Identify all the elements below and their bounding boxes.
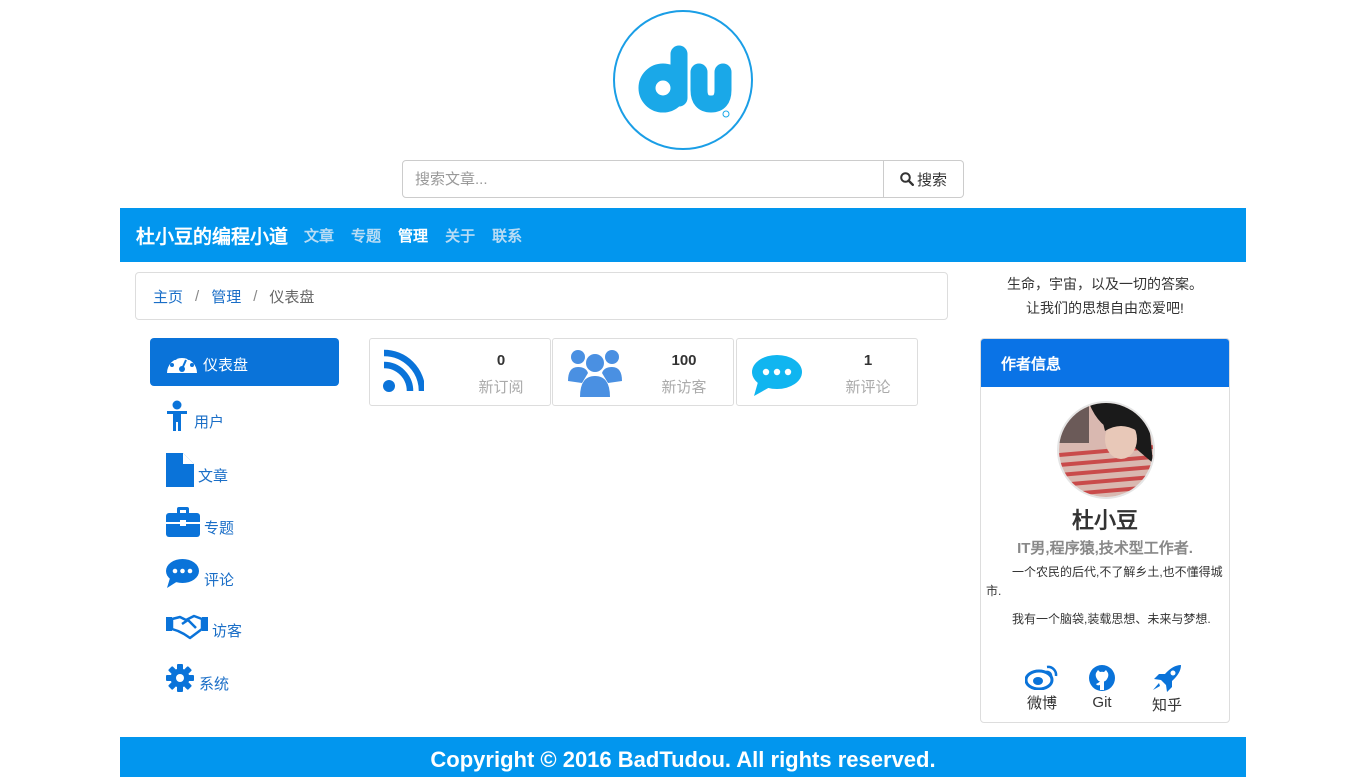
sidebar-item-label: 访客 [212, 622, 243, 640]
author-title: IT男,程序猿,技术型工作者. [1017, 540, 1193, 557]
search-icon [900, 172, 914, 186]
social-link-zhihu[interactable]: 知乎 [1151, 664, 1183, 715]
du-logo-icon [638, 45, 732, 118]
author-bio-1: 一个农民的后代,不了解乡土,也不懂得城市. [986, 565, 1223, 598]
breadcrumb-home[interactable]: 主页 [153, 286, 183, 307]
stat-card-subscriptions[interactable]: 0 新订阅 [369, 338, 551, 406]
stat-value: 1 [863, 352, 873, 369]
stat-label: 新订阅 [478, 379, 524, 396]
author-bio-2: 我有一个脑袋,装载思想、未来与梦想. [1012, 612, 1211, 626]
author-name: 杜小豆 [1071, 508, 1138, 533]
sidebar-item-label: 仪表盘 [203, 356, 249, 374]
search-bar: 搜索 [402, 160, 964, 198]
stat-value: 100 [671, 352, 697, 369]
sidebar-item-topics[interactable]: 专题 [150, 498, 340, 546]
nav-item-articles[interactable]: 文章 [304, 225, 334, 246]
sidebar-item-system[interactable]: 系统 [150, 654, 340, 702]
breadcrumb: 主页 / 管理 / 仪表盘 [135, 272, 948, 320]
briefcase-icon [166, 507, 200, 537]
motto-line-1: 生命，宇宙，以及一切的答案。 [1007, 276, 1203, 292]
site-logo[interactable] [613, 10, 753, 150]
sidebar-item-dashboard[interactable]: 仪表盘 [150, 338, 339, 386]
footer-copyright: Copyright © 2016 BadTudou. All rights re… [120, 737, 1246, 777]
comment-icon [166, 559, 199, 589]
user-icon [166, 400, 188, 432]
search-input[interactable] [402, 160, 884, 198]
nav-item-about[interactable]: 关于 [445, 225, 475, 246]
breadcrumb-separator: / [253, 287, 258, 305]
rocket-icon [1153, 665, 1181, 692]
sidebar-item-label: 用户 [194, 413, 225, 431]
motto-quote: 生命，宇宙，以及一切的答案。 让我们的思想自由恋爱吧! [980, 272, 1230, 320]
sidebar-item-label: 专题 [204, 519, 235, 537]
nav-item-topics[interactable]: 专题 [351, 225, 381, 246]
main-navbar: 杜小豆的编程小道 文章 专题 管理 关于 联系 [120, 208, 1246, 262]
handshake-icon [166, 612, 208, 640]
nav-item-contact[interactable]: 联系 [492, 225, 522, 246]
sidebar-item-articles[interactable]: 文章 [150, 446, 340, 494]
author-panel-header: 作者信息 [981, 339, 1229, 387]
stat-label: 新访客 [661, 379, 707, 396]
sidebar-item-users[interactable]: 用户 [150, 392, 340, 440]
file-icon [166, 453, 194, 487]
dashboard-icon [165, 349, 199, 375]
social-label: Git [1092, 694, 1112, 711]
github-icon [1089, 665, 1115, 691]
brand-title[interactable]: 杜小豆的编程小道 [136, 222, 288, 249]
social-label: 知乎 [1151, 697, 1182, 714]
stat-card-visitors[interactable]: 100 新访客 [552, 338, 734, 406]
weibo-icon [1025, 665, 1058, 690]
gear-icon [166, 664, 194, 692]
search-button-label: 搜索 [916, 171, 947, 189]
users-icon [568, 347, 622, 402]
social-link-git[interactable]: Git [1087, 664, 1117, 711]
social-label: 微博 [1026, 695, 1057, 712]
search-button[interactable]: 搜索 [884, 160, 964, 198]
rss-icon [382, 349, 426, 398]
stat-card-comments[interactable]: 1 新评论 [736, 338, 918, 406]
stat-label: 新评论 [845, 379, 891, 396]
motto-line-2: 让我们的思想自由恋爱吧! [1026, 300, 1184, 316]
sidebar-item-label: 评论 [204, 571, 235, 589]
social-link-weibo[interactable]: 微博 [1025, 664, 1059, 713]
chat-icon [752, 355, 802, 402]
avatar [1057, 401, 1155, 499]
sidebar-item-label: 文章 [198, 467, 229, 485]
sidebar-item-visitors[interactable]: 访客 [150, 602, 340, 650]
breadcrumb-current: 仪表盘 [269, 288, 315, 306]
nav-item-manage[interactable]: 管理 [398, 225, 428, 246]
breadcrumb-separator: / [195, 287, 200, 305]
sidebar-item-comments[interactable]: 评论 [150, 550, 340, 598]
stat-value: 0 [496, 352, 506, 369]
sidebar-item-label: 系统 [199, 675, 230, 693]
author-info-panel: 作者信息 杜小豆 IT男,程序猿,技术型工作者. 一个农民的后代,不了解乡土,也… [980, 338, 1230, 723]
breadcrumb-manage[interactable]: 管理 [211, 286, 241, 307]
